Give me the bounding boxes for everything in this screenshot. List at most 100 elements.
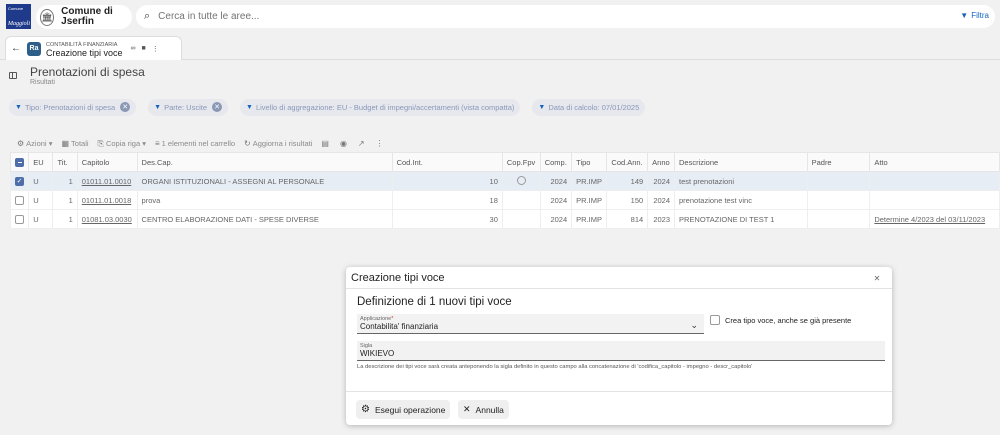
azioni-label: Azioni [26, 139, 47, 148]
search-icon: ⌕ [144, 10, 151, 22]
cell-tipo: PR.IMP [571, 171, 608, 191]
col-copfpv[interactable]: Cop.Fpv [501, 152, 541, 172]
col-descap[interactable]: Des.Cap. [136, 152, 393, 172]
more-vertical-icon[interactable]: ⋮ [152, 45, 159, 53]
side-panel-icon[interactable] [9, 72, 17, 79]
bookmark-icon[interactable]: ■ [142, 45, 146, 53]
results-table: EU Tit. Capitolo Des.Cap. Cod.Int. Cop.F… [9, 152, 1000, 229]
cart-icon: ≡ [155, 139, 160, 148]
close-icon[interactable]: ✕ [871, 273, 883, 285]
applicazione-select[interactable]: Applicazione* Contabilita' finanziaria ⌄ [357, 314, 704, 334]
col-eu[interactable]: EU [28, 152, 54, 172]
esegui-operazione-button[interactable]: ⚙ Esegui operazione [356, 400, 451, 419]
annulla-button[interactable]: ✕ Annulla [458, 400, 509, 419]
global-search: ⌕ ▼ Filtra [136, 5, 995, 28]
cell-capitolo-link[interactable]: 01011.01.0010 [76, 171, 138, 191]
filter-chip-data[interactable]: ▼ Data di calcolo: 07/01/2025 [532, 98, 646, 116]
dialog-header: Creazione tipi voce ✕ [346, 267, 892, 289]
cell-descap: ORGANI ISTITUZIONALI - ASSEGNI AL PERSON… [136, 171, 393, 191]
gear-icon: ⚙ [17, 139, 25, 148]
cell-descap: prova [136, 190, 393, 210]
fpv-indicator-icon [516, 175, 526, 185]
col-tipo[interactable]: Tipo [571, 152, 608, 172]
annulla-label: Annulla [475, 404, 504, 415]
select-all-checkbox[interactable] [15, 157, 24, 167]
eye-icon[interactable]: ◉ [340, 139, 347, 148]
refresh-button[interactable]: ↻ Aggiorna i risultati [244, 139, 312, 148]
select-all-cell[interactable] [9, 152, 30, 172]
filter-chip-livello[interactable]: ▼ Livello di aggregazione: EU - Budget d… [240, 98, 521, 116]
active-filters: ▼ Tipo: Prenotazioni di spesa ✕ ▼ Parte:… [0, 91, 1000, 123]
filter-chip-tipo[interactable]: ▼ Tipo: Prenotazioni di spesa ✕ [9, 98, 137, 116]
row-select-cell[interactable] [9, 209, 30, 229]
table-icon: ▦ [61, 139, 70, 148]
more-vertical-icon[interactable]: ⋮ [376, 139, 384, 148]
search-input[interactable] [158, 11, 859, 22]
clipboard-icon[interactable]: ▤ [321, 139, 329, 148]
cell-copfpv [501, 209, 541, 229]
refresh-label: Aggiorna i risultati [252, 139, 313, 148]
copia-riga-menu[interactable]: ⎘ Copia riga ▾ [98, 139, 146, 149]
cell-atto[interactable] [869, 171, 1000, 191]
row-checkbox[interactable]: ✓ [15, 176, 24, 186]
cell-atto[interactable] [869, 190, 1000, 210]
azioni-menu[interactable]: ⚙ Azioni ▾ [17, 139, 52, 148]
maggioli-logo[interactable]: Comune Maggioli [6, 4, 31, 29]
table-header-row: EU Tit. Capitolo Des.Cap. Cod.Int. Cop.F… [9, 152, 1000, 172]
refresh-icon: ↻ [244, 139, 251, 148]
totali-label: Totali [71, 139, 89, 148]
municipality-selector[interactable]: 🏛︎ Comune di Jserfin [36, 5, 132, 29]
cell-tipo: PR.IMP [571, 209, 608, 229]
row-select-cell[interactable] [9, 190, 30, 210]
cell-tipo: PR.IMP [571, 190, 608, 210]
remove-filter-icon[interactable]: ✕ [212, 102, 223, 112]
tab-bar: ← Ra CONTABILITÀ FINANZIARIA Creazione t… [0, 33, 1000, 60]
row-checkbox[interactable] [15, 195, 24, 205]
cart-button[interactable]: ≡ 1 elementi nel carrello [155, 139, 235, 148]
page-subtitle: Risultati [30, 79, 55, 86]
sigla-value[interactable]: WIKIEVO [360, 349, 394, 358]
expand-icon[interactable]: ↗ [358, 139, 365, 148]
tab-creazione-tipi-voce[interactable]: ← Ra CONTABILITÀ FINANZIARIA Creazione t… [5, 36, 182, 60]
table-row[interactable]: U 1 01081.03.0030 CENTRO ELABORAZIONE DA… [9, 209, 1000, 229]
cell-copfpv [501, 190, 541, 210]
col-comp[interactable]: Comp. [539, 152, 573, 172]
remove-filter-icon[interactable]: ✕ [120, 102, 131, 112]
esegui-operazione-label: Esegui operazione [374, 404, 446, 415]
cell-capitolo-link[interactable]: 01011.01.0018 [76, 190, 138, 210]
tab-title: Creazione tipi voce [46, 47, 123, 58]
filter-chip-parte[interactable]: ▼ Parte: Uscite ✕ [148, 98, 229, 116]
page-title: Prenotazioni di spesa [30, 65, 145, 79]
gear-icon: ⚙ [361, 404, 370, 415]
col-descrizione[interactable]: Descrizione [674, 152, 808, 172]
col-tit[interactable]: Tit. [52, 152, 78, 172]
col-padre[interactable]: Padre [806, 152, 871, 172]
funnel-icon: ▼ [246, 103, 253, 111]
link-icon[interactable]: ∞ [131, 45, 136, 53]
cell-anno: 2023 [647, 209, 676, 229]
dialog-footer: ⚙ Esegui operazione ✕ Annulla [346, 391, 892, 425]
copy-icon: ⎘ [97, 138, 104, 148]
table-row[interactable]: U 1 01011.01.0018 prova 18 2024 PR.IMP 1… [9, 190, 1000, 210]
crea-anche-se-presente-checkbox[interactable] [710, 315, 720, 325]
table-row[interactable]: ✓ U 1 01011.01.0010 ORGANI ISTITUZIONALI… [9, 171, 1000, 191]
cell-comp: 2024 [539, 190, 573, 210]
sigla-field[interactable]: Sigla WIKIEVO [357, 341, 885, 361]
col-codint[interactable]: Cod.Int. [391, 152, 503, 172]
filter-button[interactable]: ▼ Filtra [960, 11, 989, 20]
cell-atto[interactable]: Determine 4/2023 del 03/11/2023 [869, 209, 1000, 229]
cell-comp: 2024 [539, 209, 573, 229]
row-checkbox[interactable] [15, 214, 24, 224]
cell-capitolo-link[interactable]: 01081.03.0030 [76, 209, 138, 229]
col-capitolo[interactable]: Capitolo [76, 152, 138, 172]
col-codann[interactable]: Cod.Ann. [606, 152, 649, 172]
totali-button[interactable]: ▦ Totali [61, 139, 88, 148]
logo-text-bottom: Maggioli [8, 21, 30, 27]
funnel-icon: ▼ [15, 103, 22, 111]
sigla-hint: La descrizione dei tipi voce sarà creata… [357, 364, 753, 370]
col-anno[interactable]: Anno [647, 152, 676, 172]
crea-anche-se-presente-option[interactable]: Crea tipo voce, anche se già presente [710, 315, 851, 325]
row-select-cell[interactable]: ✓ [9, 171, 30, 191]
back-arrow-icon[interactable]: ← [11, 43, 21, 54]
col-atto[interactable]: Atto [869, 152, 1000, 172]
